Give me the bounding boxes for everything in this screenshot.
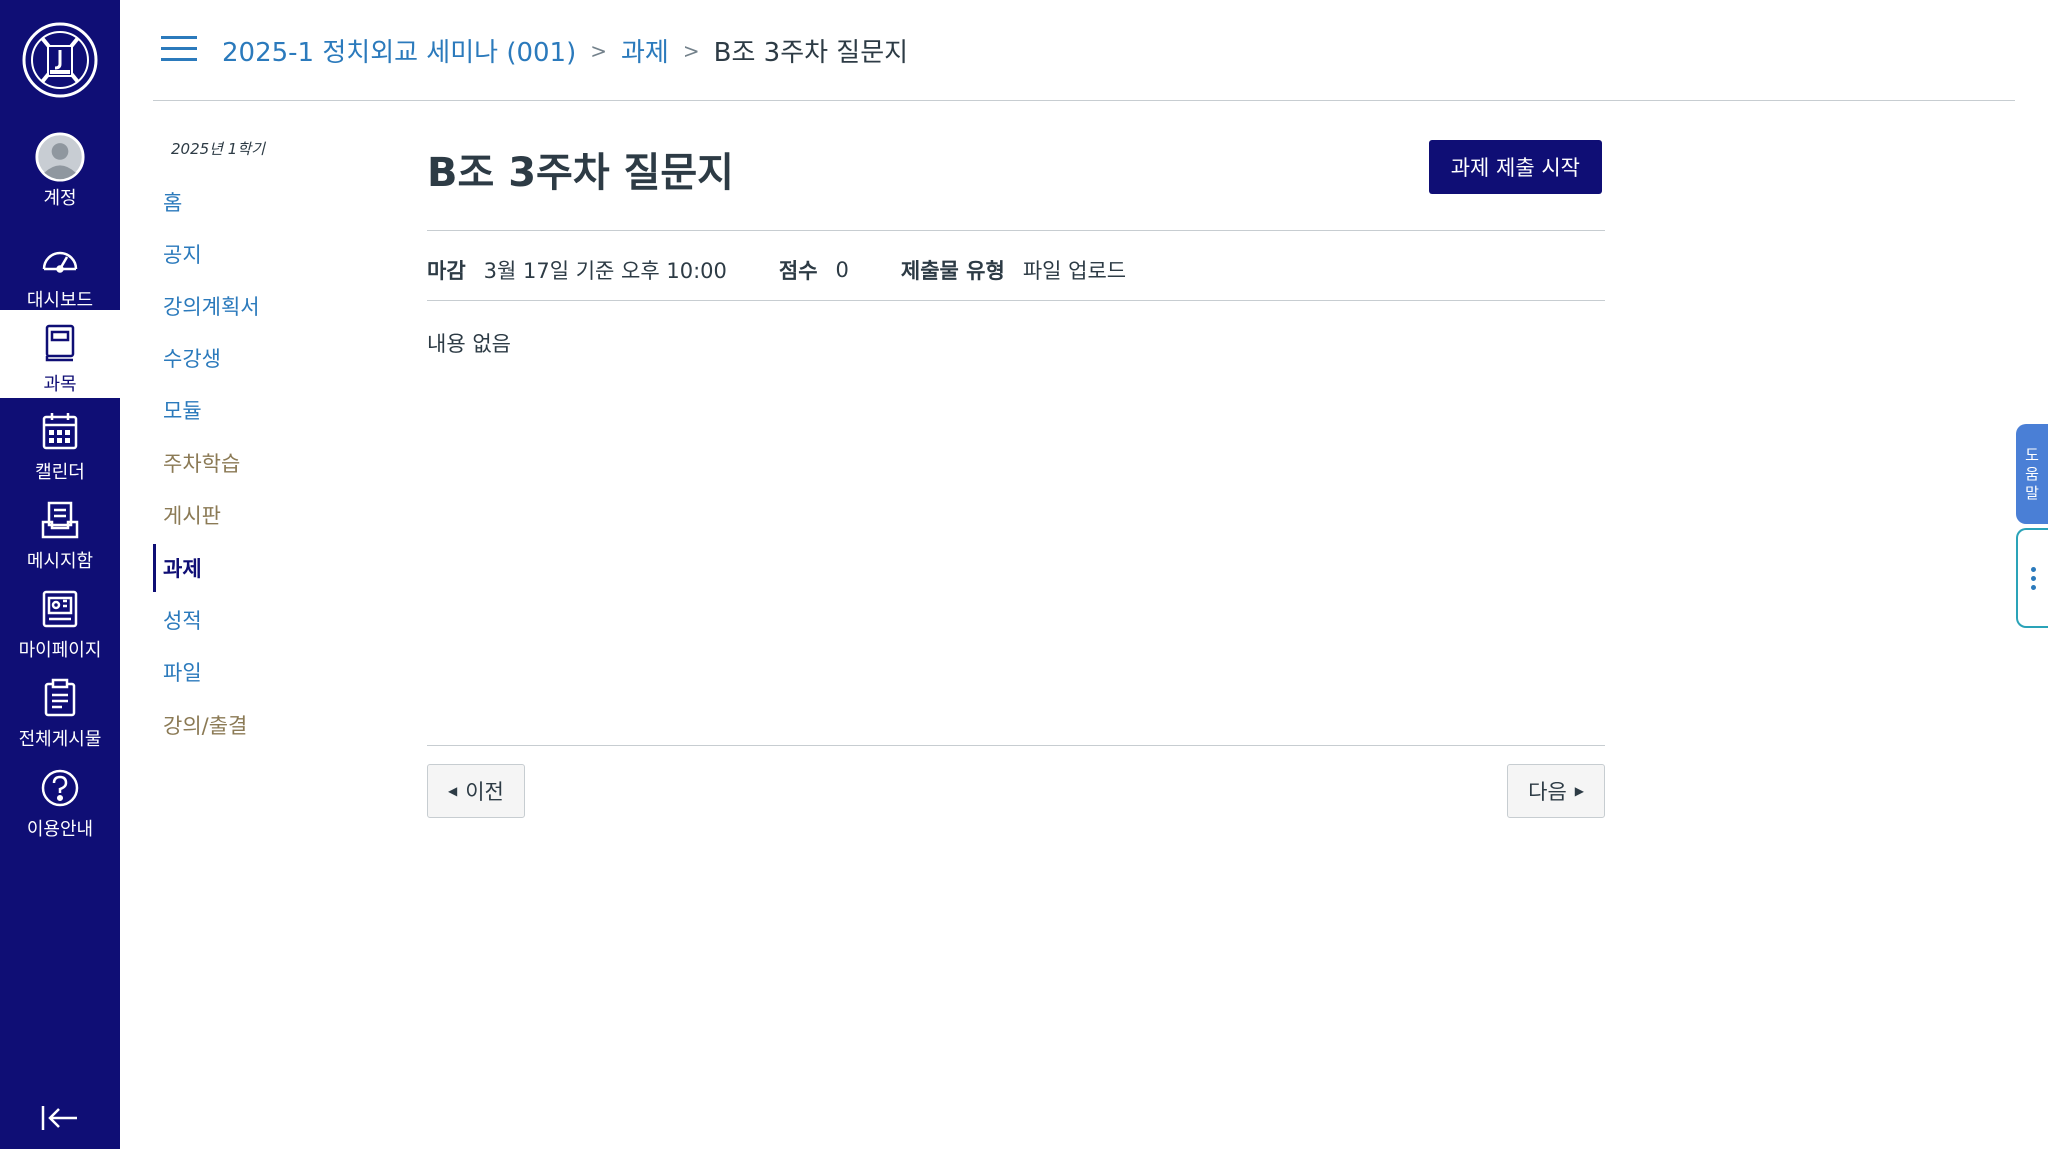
help-side-tab[interactable]: 도 움 말 [2016,424,2048,524]
university-logo[interactable] [20,18,100,102]
previous-button[interactable]: ◀ 이전 [427,764,525,818]
caret-right-icon: ▶ [1574,784,1584,798]
gnav-mypage-label: 마이페이지 [18,640,102,661]
course-nav-attendance[interactable]: 강의/출결 [153,701,393,749]
more-options-side-tab[interactable] [2016,528,2048,628]
assignment-description: 내용 없음 [427,332,511,356]
gnav-account-label: 계정 [43,188,77,209]
start-submission-button[interactable]: 과제 제출 시작 [1428,140,1602,194]
caret-left-icon: ◀ [448,784,458,798]
course-nav-files[interactable]: 파일 [153,648,393,696]
course-nav-home[interactable]: 홈 [153,178,393,226]
course-nav-weekly-learning[interactable]: 주차학습 [153,439,393,487]
next-label: 다음 [1528,780,1567,804]
more-dots-icon [2030,575,2036,581]
calendar-icon [35,406,85,456]
divider [427,230,1605,231]
gnav-calendar[interactable]: 캘린더 [0,398,120,486]
gnav-account[interactable]: 계정 [0,124,120,212]
course-nav-assignments[interactable]: 과제 [153,544,393,592]
inbox-icon [35,495,85,545]
help-tab-char: 말 [2025,483,2039,502]
gnav-mypage[interactable]: 마이페이지 [0,576,120,664]
breadcrumb-assignments-link[interactable]: 과제 [621,32,669,69]
dashboard-gauge-icon [35,234,85,284]
courses-book-icon [35,318,85,368]
gnav-dashboard[interactable]: 대시보드 [0,226,120,314]
gnav-help[interactable]: 이용안내 [0,755,120,843]
course-nav-modules[interactable]: 모듈 [153,386,393,434]
due-label: 마감 [427,259,466,283]
gnav-courses[interactable]: 과목 [0,310,120,398]
course-nav-grades[interactable]: 성적 [153,596,393,644]
gnav-dashboard-label: 대시보드 [26,290,94,311]
divider [427,745,1605,746]
next-button[interactable]: 다음 ▶ [1507,764,1605,818]
course-nav-syllabus[interactable]: 강의계획서 [153,282,393,330]
more-dots-icon [2030,584,2036,590]
due-value: 3월 17일 기준 오후 10:00 [483,259,727,283]
breadcrumb-course-link[interactable]: 2025-1 정치외교 세미나 (001) [222,32,576,69]
hamburger-icon [161,36,197,39]
gnav-inbox[interactable]: 메시지함 [0,487,120,575]
help-tab-char: 도 [2025,445,2039,464]
page-header: 2025-1 정치외교 세미나 (001) > 과제 > B조 3주차 질문지 [153,0,2015,101]
hamburger-icon-line [161,58,197,61]
gnav-all-posts[interactable]: 전체게시물 [0,665,120,753]
chevron-right-icon: > [590,38,608,63]
clipboard-icon [35,673,85,723]
chevron-right-icon: > [682,38,700,63]
submission-type-value: 파일 업로드 [1022,259,1127,283]
collapse-nav-button[interactable] [38,1100,82,1136]
points-value: 0 [835,258,849,282]
global-nav: 계정 대시보드 과목 캘린더 메시지함 마이페이지 전체게시물 이용안내 [0,0,120,1149]
collapse-arrow-icon [41,1106,77,1130]
account-avatar-icon [35,132,85,182]
help-question-icon [35,763,85,813]
gnav-inbox-label: 메시지함 [26,551,94,572]
page-title: B조 3주차 질문지 [427,150,734,196]
gnav-help-label: 이용안내 [26,819,94,840]
submission-type-label: 제출물 유형 [900,259,1005,283]
course-term: 2025년 1학기 [171,140,265,158]
hamburger-icon-line [161,47,197,50]
course-nav-announcements[interactable]: 공지 [153,230,393,278]
more-dots-icon [2030,566,2036,572]
divider [427,300,1605,301]
course-nav-discussions[interactable]: 게시판 [153,491,393,539]
assignment-details: 마감 3월 17일 기준 오후 10:00 점수 0 제출물 유형 파일 업로드 [427,250,1178,290]
breadcrumb: 2025-1 정치외교 세미나 (001) > 과제 > B조 3주차 질문지 [222,32,908,69]
mypage-icon [35,584,85,634]
gnav-all-posts-label: 전체게시물 [18,729,102,750]
gnav-courses-label: 과목 [43,374,77,395]
course-menu-toggle[interactable] [161,36,197,64]
breadcrumb-current: B조 3주차 질문지 [713,38,909,68]
points-label: 점수 [778,259,818,283]
previous-label: 이전 [465,780,504,804]
gnav-calendar-label: 캘린더 [35,462,85,483]
course-nav-people[interactable]: 수강생 [153,334,393,382]
help-tab-char: 움 [2025,464,2039,483]
